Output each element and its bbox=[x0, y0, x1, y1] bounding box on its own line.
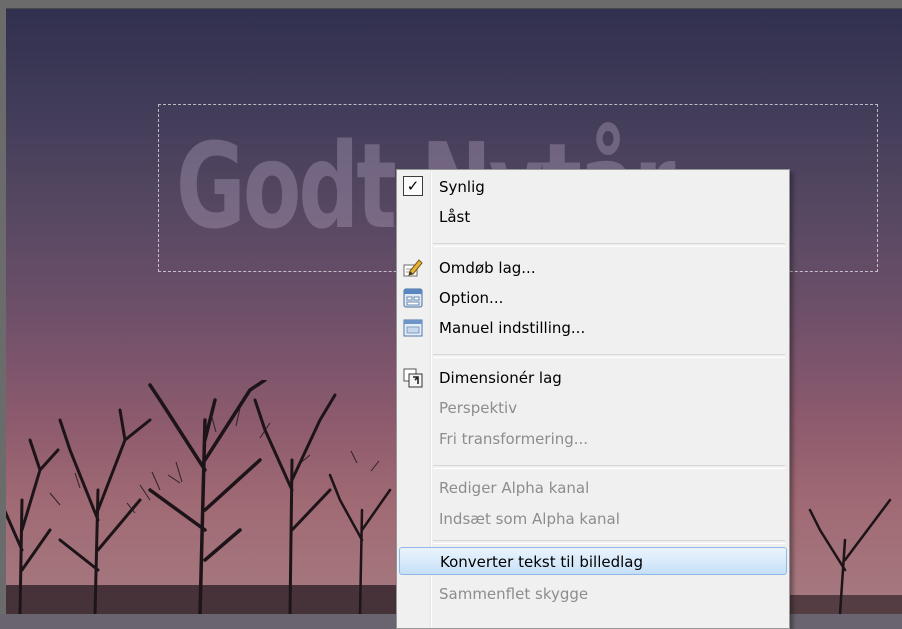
menu-item-free-transform[interactable]: Fri transformering... bbox=[399, 425, 787, 453]
menu-separator bbox=[433, 354, 785, 358]
window-top-border bbox=[0, 0, 902, 9]
menu-separator bbox=[433, 540, 785, 544]
window-left-border bbox=[0, 0, 6, 614]
check-icon: ✓ bbox=[403, 176, 423, 196]
menu-item-label: Låst bbox=[439, 208, 471, 226]
menu-separator bbox=[433, 465, 785, 469]
rename-pencil-icon bbox=[403, 258, 423, 278]
menu-item-label: Fri transformering... bbox=[439, 430, 589, 448]
menu-item-convert-text-to-image-layer[interactable]: Konverter tekst til billedlag bbox=[399, 547, 787, 575]
menu-item-label: Konverter tekst til billedlag bbox=[440, 553, 643, 571]
menu-item-edit-alpha-channel[interactable]: Rediger Alpha kanal bbox=[399, 474, 787, 502]
menu-item-label: Option... bbox=[439, 289, 504, 307]
menu-item-label: Synlig bbox=[439, 178, 485, 196]
menu-item-label: Dimensionér lag bbox=[439, 369, 562, 387]
menu-item-label: Rediger Alpha kanal bbox=[439, 479, 590, 497]
resize-layer-icon bbox=[403, 368, 423, 388]
options-window-icon bbox=[403, 288, 423, 308]
menu-item-perspective[interactable]: Perspektiv bbox=[399, 394, 787, 422]
menu-item-rename-layer[interactable]: Omdøb lag... bbox=[399, 254, 787, 282]
menu-separator bbox=[433, 243, 785, 247]
menu-item-label: Perspektiv bbox=[439, 399, 518, 417]
manual-settings-window-icon bbox=[403, 318, 423, 338]
menu-item-resize-layer[interactable]: Dimensionér lag bbox=[399, 364, 787, 392]
menu-item-locked[interactable]: Låst bbox=[399, 203, 787, 231]
menu-item-option[interactable]: Option... bbox=[399, 284, 787, 312]
menu-item-manual-setting[interactable]: Manuel indstilling... bbox=[399, 314, 787, 342]
menu-item-label: Sammenflet skygge bbox=[439, 585, 589, 603]
menu-item-visible[interactable]: ✓ Synlig bbox=[399, 173, 787, 201]
menu-item-merge-shadow[interactable]: Sammenflet skygge bbox=[399, 580, 787, 608]
menu-item-paste-as-alpha-channel[interactable]: Indsæt som Alpha kanal bbox=[399, 505, 787, 533]
menu-item-label: Omdøb lag... bbox=[439, 259, 536, 277]
menu-item-label: Manuel indstilling... bbox=[439, 319, 586, 337]
layer-context-menu: ✓ Synlig Låst Omdøb lag... Option... Man… bbox=[396, 169, 790, 629]
menu-item-label: Indsæt som Alpha kanal bbox=[439, 510, 620, 528]
